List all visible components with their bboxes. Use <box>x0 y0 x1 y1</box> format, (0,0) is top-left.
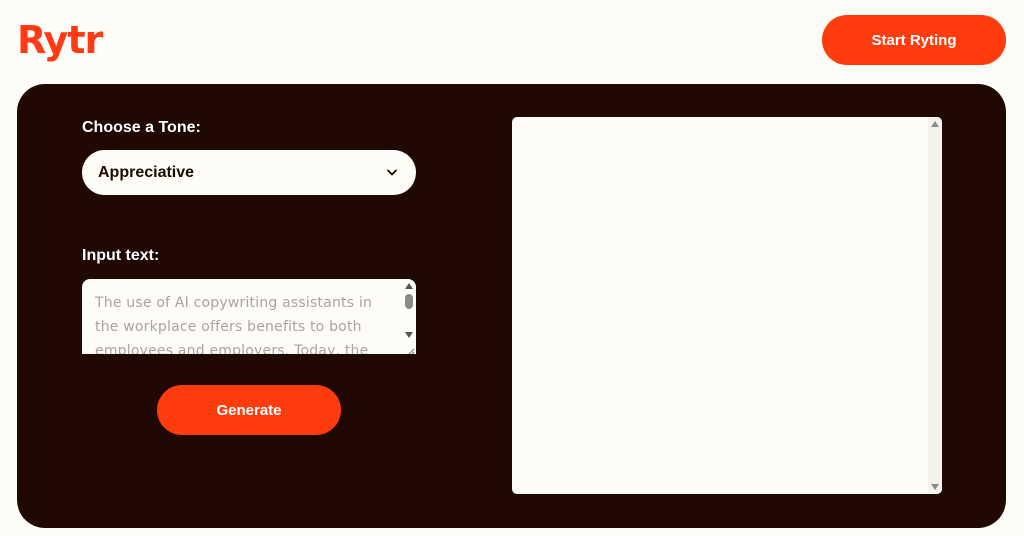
tone-select[interactable]: Appreciative <box>82 150 416 195</box>
page: Rytr Start Ryting Choose a Tone: Appreci… <box>0 0 1024 536</box>
scroll-thumb[interactable] <box>405 294 413 309</box>
logo-text: Rytr <box>17 18 103 62</box>
input-text-placeholder: The use of AI copywriting assistants in … <box>95 295 373 354</box>
output-scrollbar[interactable] <box>928 117 942 494</box>
output-text-area[interactable] <box>512 117 942 494</box>
tone-label: Choose a Tone: <box>82 119 201 136</box>
start-ryting-button[interactable]: Start Ryting <box>822 15 1006 65</box>
scroll-down-arrow-icon[interactable] <box>405 332 413 338</box>
input-text-label: Input text: <box>82 247 160 264</box>
tone-tool-panel: Choose a Tone: Appreciative Input text: … <box>17 84 1006 528</box>
output-scroll-up-arrow-icon[interactable] <box>931 121 939 127</box>
generate-button[interactable]: Generate <box>157 385 341 435</box>
input-text-area[interactable]: The use of AI copywriting assistants in … <box>82 279 416 354</box>
rytr-logo[interactable]: Rytr <box>17 18 103 62</box>
tone-selected-value: Appreciative <box>98 163 195 181</box>
resize-grip-icon[interactable] <box>405 343 415 354</box>
output-scroll-down-arrow-icon[interactable] <box>931 484 939 490</box>
chevron-down-icon <box>386 167 398 179</box>
scroll-up-arrow-icon[interactable] <box>405 283 413 289</box>
